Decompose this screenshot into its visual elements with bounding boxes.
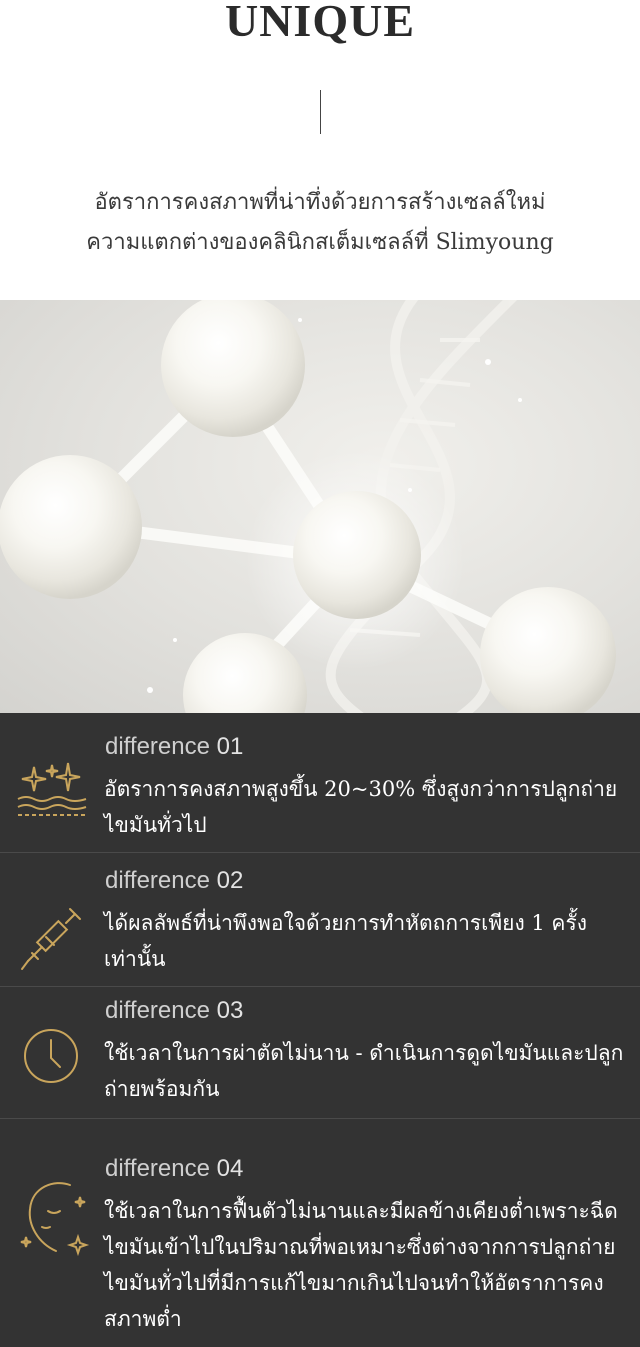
face-sparkle-icon: [20, 1182, 90, 1257]
difference-label: difference: [105, 997, 210, 1024]
difference-heading: difference 04: [105, 1155, 243, 1183]
difference-label: difference: [105, 867, 210, 894]
unique-header-section: UNIQUE อัตราการคงสภาพที่น่าทึ่งด้วยการสร…: [0, 0, 640, 300]
vertical-divider: [320, 90, 321, 134]
molecule-illustration: [0, 300, 616, 713]
sparkle-skin-icon: [17, 762, 87, 816]
difference-heading: difference 01: [105, 733, 243, 761]
difference-item: difference 02 ได้ผลลัพธ์ที่น่าพึงพอใจด้ว…: [0, 853, 640, 987]
difference-item: difference 01 อัตราการคงสภาพสูงขึ้น 20~3…: [0, 713, 640, 853]
stem-cell-molecule-image: [0, 300, 640, 713]
page-title: UNIQUE: [224, 0, 416, 46]
difference-item: difference 04 ใช้เวลาในการฟื้นตัวไม่นานแ…: [0, 1119, 640, 1347]
difference-number: 02: [216, 867, 244, 894]
difference-number: 01: [216, 733, 244, 760]
difference-description: ใช้เวลาในการฟื้นตัวไม่นานและมีผลข้างเคีย…: [104, 1199, 618, 1331]
difference-heading: difference 03: [105, 997, 243, 1025]
differences-section: difference 01 อัตราการคงสภาพสูงขึ้น 20~3…: [0, 713, 640, 1347]
difference-description: ได้ผลลัพธ์ที่น่าพึงพอใจด้วยการทำหัตถการเ…: [104, 911, 588, 971]
subtitle-line-1: อัตราการคงสภาพที่น่าทึ่งด้วยการสร้างเซลล…: [94, 190, 546, 215]
difference-item: difference 03 ใช้เวลาในการผ่าตัดไม่นาน -…: [0, 987, 640, 1119]
difference-number: 03: [216, 997, 244, 1024]
subtitle-line-2: ความแตกต่างของคลินิกสเต็มเซลล์ที่ Slimyo…: [86, 230, 554, 255]
difference-heading: difference 02: [105, 867, 243, 895]
difference-description: อัตราการคงสภาพสูงขึ้น 20~30% ซึ่งสูงกว่า…: [104, 777, 618, 837]
difference-label: difference: [105, 1155, 210, 1182]
difference-label: difference: [105, 733, 210, 760]
clock-icon: [24, 1029, 78, 1083]
difference-description: ใช้เวลาในการผ่าตัดไม่นาน - ดำเนินการดูดไ…: [104, 1041, 624, 1101]
difference-number: 04: [216, 1155, 244, 1182]
syringe-icon: [21, 908, 81, 970]
